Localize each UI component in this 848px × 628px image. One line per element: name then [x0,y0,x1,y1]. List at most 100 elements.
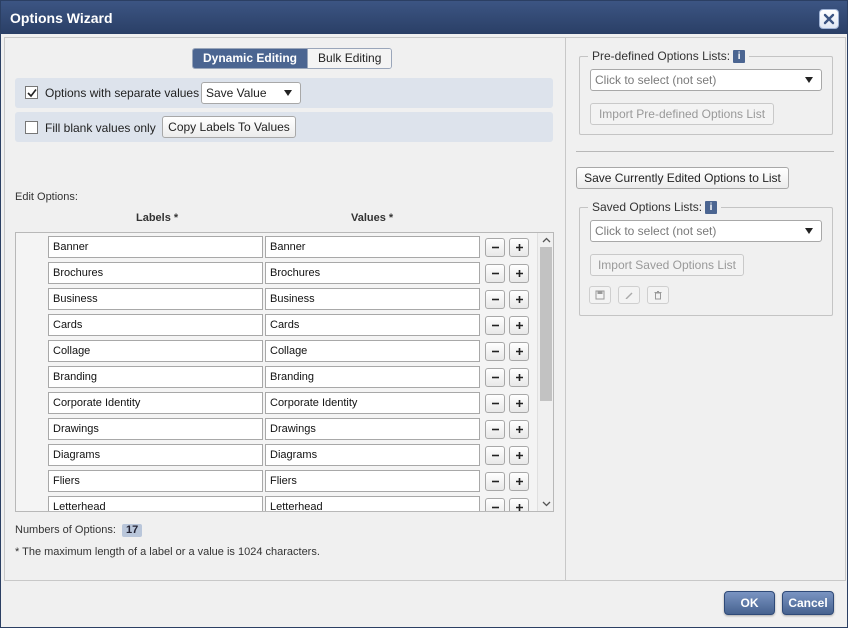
option-value-input[interactable]: Letterhead [265,496,480,511]
option-value-input[interactable]: Fliers [265,470,480,492]
option-label-input[interactable]: Drawings [48,418,263,440]
remove-option-button[interactable] [485,498,505,511]
option-label-input[interactable]: Brochures [48,262,263,284]
options-row: Drawings Drawings [16,415,536,441]
plus-icon [515,322,523,329]
options-list: Banner Banner Brochures Brochures Business Bu… [15,232,554,512]
add-option-button[interactable] [509,498,529,511]
edit-options-label: Edit Options: [15,191,78,203]
option-value-input[interactable]: Drawings [265,418,480,440]
delete-list-button[interactable] [647,286,669,304]
option-label-input[interactable]: Business [48,288,263,310]
option-label-input[interactable]: Letterhead [48,496,263,511]
option-value-input[interactable]: Cards [265,314,480,336]
predefined-list-select[interactable]: Click to select (not set) [590,69,822,91]
option-label-input[interactable]: Branding [48,366,263,388]
option-label-input[interactable]: Cards [48,314,263,336]
option-value-input[interactable]: Diagrams [265,444,480,466]
values-column-header: Values * [351,212,394,224]
info-icon[interactable]: i [705,200,718,214]
saved-list-select[interactable]: Click to select (not set) [590,220,822,242]
copy-labels-to-values-button[interactable]: Copy Labels To Values [162,116,296,138]
tab-bulk-editing[interactable]: Bulk Editing [307,49,392,68]
add-option-button[interactable] [509,290,529,309]
import-predefined-list-button[interactable]: Import Pre-defined Options List [590,103,774,125]
add-option-button[interactable] [509,368,529,387]
remove-option-button[interactable] [485,394,505,413]
minus-icon [491,324,499,327]
scroll-up-button[interactable] [538,233,553,247]
add-option-button[interactable] [509,238,529,257]
pencil-icon [625,292,633,299]
option-label-input[interactable]: Fliers [48,470,263,492]
checkmark-icon [27,89,37,98]
left-pane: Dynamic Editing Bulk Editing Options wit… [5,38,565,580]
scroll-thumb[interactable] [540,247,552,401]
add-option-button[interactable] [509,342,529,361]
minus-icon [491,272,499,275]
options-scrollbar[interactable] [537,233,553,511]
option-value-input[interactable]: Corporate Identity [265,392,480,414]
remove-option-button[interactable] [485,238,505,257]
dialog-footer: OK Cancel [1,582,847,627]
remove-option-button[interactable] [485,368,505,387]
add-option-button[interactable] [509,394,529,413]
options-row: Brochures Brochures [16,259,536,285]
minus-icon [491,246,499,249]
options-row: Letterhead Letterhead [16,493,536,511]
save-value-select[interactable]: Save Value [201,82,301,104]
save-edited-options-button[interactable]: Save Currently Edited Options to List [576,167,789,189]
scroll-down-button[interactable] [538,497,553,511]
separate-values-row: Options with separate values Save Value [15,78,553,108]
options-count-label: Numbers of Options: [15,524,116,536]
remove-option-button[interactable] [485,316,505,335]
import-saved-list-button[interactable]: Import Saved Options List [590,254,744,276]
add-option-button[interactable] [509,264,529,283]
close-button[interactable] [819,9,839,29]
minus-icon [491,350,499,353]
plus-icon [515,374,523,381]
fill-blank-checkbox[interactable] [25,121,38,134]
predefined-list-select-text: Click to select (not set) [595,73,717,87]
add-option-button[interactable] [509,316,529,335]
save-value-select-text: Save Value [206,86,267,100]
option-value-input[interactable]: Brochures [265,262,480,284]
remove-option-button[interactable] [485,264,505,283]
minus-icon [491,454,499,457]
remove-option-button[interactable] [485,290,505,309]
add-option-button[interactable] [509,446,529,465]
minus-icon [491,506,499,509]
plus-icon [515,348,523,355]
predefined-lists-legend: Pre-defined Options Lists: i [588,49,750,63]
separate-values-checkbox[interactable] [25,86,38,99]
cancel-button[interactable]: Cancel [782,591,834,615]
options-row: Banner Banner [16,233,536,259]
dropdown-arrow-icon [805,77,813,83]
remove-option-button[interactable] [485,420,505,439]
option-label-input[interactable]: Banner [48,236,263,258]
chevron-up-icon [542,237,550,243]
right-pane: Pre-defined Options Lists: i Click to se… [565,38,845,580]
tab-dynamic-editing[interactable]: Dynamic Editing [193,49,308,68]
remove-option-button[interactable] [485,472,505,491]
remove-option-button[interactable] [485,342,505,361]
option-label-input[interactable]: Corporate Identity [48,392,263,414]
option-value-input[interactable]: Banner [265,236,480,258]
minus-icon [491,428,499,431]
rename-list-button[interactable] [618,286,640,304]
save-list-button[interactable] [589,286,611,304]
option-value-input[interactable]: Collage [265,340,480,362]
plus-icon [515,452,523,459]
fill-blank-label: Fill blank values only [45,121,156,135]
option-label-input[interactable]: Diagrams [48,444,263,466]
options-row: Branding Branding [16,363,536,389]
option-label-input[interactable]: Collage [48,340,263,362]
ok-button[interactable]: OK [724,591,775,615]
options-wizard-dialog: Options Wizard Dynamic Editing Bulk Edit… [0,0,848,628]
add-option-button[interactable] [509,472,529,491]
option-value-input[interactable]: Business [265,288,480,310]
info-icon[interactable]: i [733,49,746,63]
add-option-button[interactable] [509,420,529,439]
option-value-input[interactable]: Branding [265,366,480,388]
remove-option-button[interactable] [485,446,505,465]
